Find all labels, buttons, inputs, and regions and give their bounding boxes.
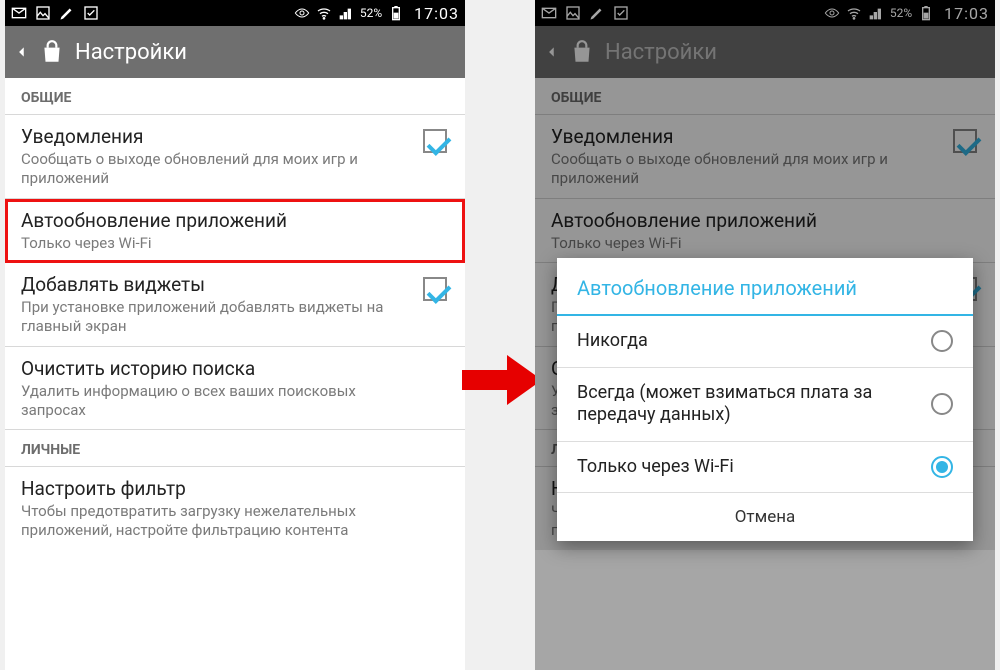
option-label: Всегда (может взиматься плата за передач…	[577, 382, 919, 427]
dialog-title: Автообновление приложений	[557, 258, 973, 316]
phone-screen-left: 52% 17:03 Настройки ОБЩИЕ Уведомления Со…	[5, 0, 465, 670]
item-title: Настроить фильтр	[21, 477, 449, 500]
radio-icon	[931, 393, 953, 415]
checkbox-icon[interactable]	[423, 129, 447, 153]
play-store-icon[interactable]	[39, 39, 65, 65]
page-title: Настройки	[75, 40, 187, 65]
item-filter[interactable]: Настроить фильтр Чтобы предотвратить заг…	[5, 467, 465, 550]
item-subtitle: Удалить информацию о всех ваших поисковы…	[21, 382, 449, 420]
autoupdate-dialog: Автообновление приложений Никогда Всегда…	[557, 258, 973, 541]
item-subtitle: Только через Wi-Fi	[21, 234, 449, 253]
phone-screen-right: 52% 17:03 Настройки ОБЩИЕ Уведомления Со…	[535, 0, 995, 670]
option-always[interactable]: Всегда (может взиматься плата за передач…	[557, 368, 973, 442]
option-label: Никогда	[577, 330, 919, 353]
wifi-icon	[316, 5, 332, 21]
item-subtitle: Чтобы предотвратить загрузку нежелательн…	[21, 502, 449, 540]
pencil-icon	[59, 5, 75, 21]
signal-icon	[338, 5, 354, 21]
radio-icon	[931, 456, 953, 478]
cancel-button[interactable]: Отмена	[557, 493, 973, 541]
image-icon	[35, 5, 51, 21]
clock: 17:03	[414, 4, 459, 23]
settings-list: ОБЩИЕ Уведомления Сообщать о выходе обно…	[5, 78, 465, 550]
arrow-icon	[462, 350, 542, 410]
item-title: Уведомления	[21, 125, 449, 148]
section-personal: ЛИЧНЫЕ	[5, 430, 465, 467]
battery-percent: 52%	[360, 6, 382, 20]
checkbox-icon[interactable]	[423, 277, 447, 301]
option-label: Только через Wi-Fi	[577, 456, 919, 479]
item-subtitle: При установке приложений добавлять видже…	[21, 298, 449, 336]
item-subtitle: Сообщать о выходе обновлений для моих иг…	[21, 150, 449, 188]
back-icon[interactable]	[15, 41, 29, 63]
mail-icon	[11, 5, 27, 21]
option-wifi[interactable]: Только через Wi-Fi	[557, 442, 973, 494]
radio-icon	[931, 330, 953, 352]
status-bar: 52% 17:03	[5, 0, 465, 26]
item-notifications[interactable]: Уведомления Сообщать о выходе обновлений…	[5, 115, 465, 199]
status-right: 52% 17:03	[294, 4, 459, 23]
battery-icon	[388, 5, 404, 21]
eye-icon	[294, 5, 310, 21]
action-bar: Настройки	[5, 26, 465, 78]
option-never[interactable]: Никогда	[557, 316, 973, 368]
status-left	[11, 5, 99, 21]
item-title: Автообновление приложений	[21, 209, 449, 232]
item-autoupdate[interactable]: Автообновление приложений Только через W…	[5, 199, 465, 264]
item-clear-search[interactable]: Очистить историю поиска Удалить информац…	[5, 347, 465, 431]
section-general: ОБЩИЕ	[5, 78, 465, 115]
check-box-icon	[83, 5, 99, 21]
item-title: Очистить историю поиска	[21, 357, 449, 380]
item-widgets[interactable]: Добавлять виджеты При установке приложен…	[5, 263, 465, 347]
item-title: Добавлять виджеты	[21, 273, 449, 296]
